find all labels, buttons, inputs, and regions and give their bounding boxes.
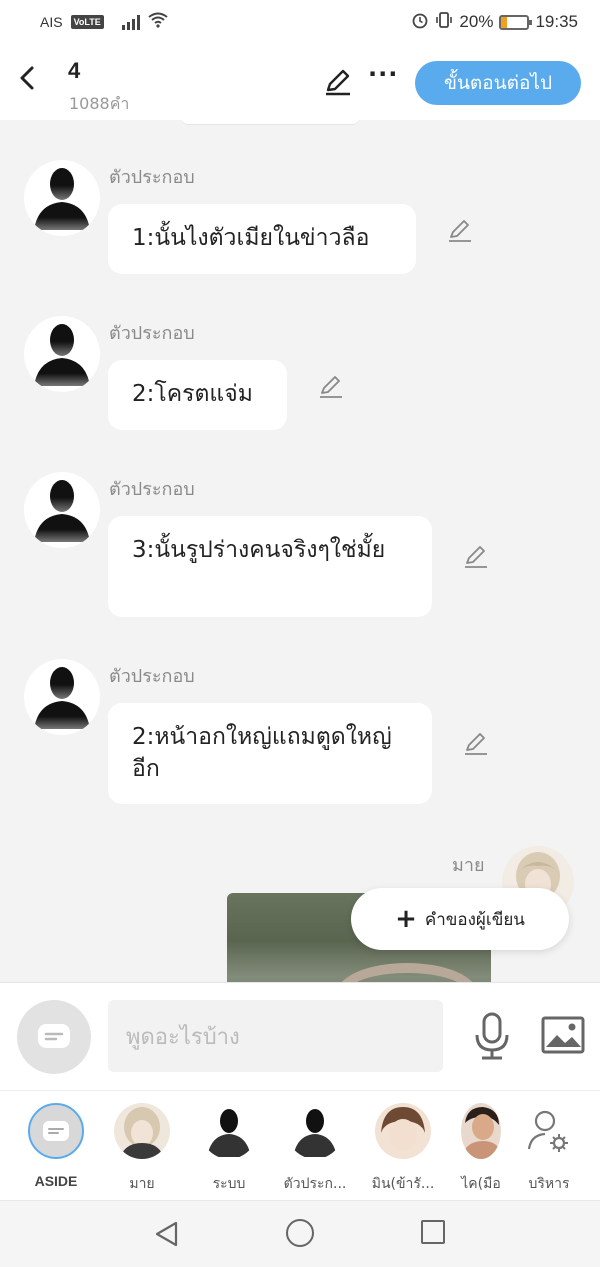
avatar[interactable] [24,472,100,548]
avatar [201,1103,257,1159]
previous-bubble [180,120,360,124]
plus-icon: + [395,904,417,934]
character-item[interactable]: ระบบ [191,1103,267,1195]
back-arrow-icon[interactable] [14,62,42,94]
character-aside[interactable]: ASIDE [18,1103,94,1189]
message-bubble[interactable]: 2:โครตแจ่ม [108,360,287,430]
edit-icon[interactable] [318,374,344,400]
avatar[interactable] [24,160,100,236]
alarm-icon [411,11,429,34]
avatar [461,1103,501,1159]
sender-name: ตัวประกอบ [109,666,195,687]
image-content [337,963,477,982]
author-note-button[interactable]: + คำของผู้เขียน [351,888,569,950]
message-input[interactable]: พูดอะไรบ้าง [108,1000,443,1072]
character-item[interactable]: ไค(มือ [443,1103,519,1195]
signal-icon [121,14,140,30]
edit-icon[interactable] [463,731,489,757]
avatar[interactable] [24,316,100,392]
chat-bubble-icon [38,1024,70,1048]
character-label: ไค(มือ [461,1176,501,1192]
message-bubble[interactable]: 3:นั้นรูปร่างคนจริงๆใช่มั้ย [108,516,432,617]
character-label: ระบบ [212,1176,246,1192]
message-list[interactable]: ตัวประกอบ 1:นั้นไงตัวเมียในข่าวลือ ตัวปร… [0,120,600,982]
nav-home-icon[interactable] [286,1219,314,1247]
avatar [375,1103,431,1159]
edit-icon[interactable] [463,544,489,570]
character-bar: ASIDE มาย ระบบ ตัวประก... มิน(ข้ารั... ไ… [0,1090,600,1200]
character-label: มาย [129,1176,155,1192]
volte-badge: VoLTE [70,15,104,29]
character-label: บริหาร [528,1176,570,1192]
next-step-button[interactable]: ขั้นตอนต่อไป [415,61,581,105]
character-label: ตัวประก... [283,1176,347,1192]
word-count: 1088คำ [69,94,130,113]
vibrate-icon [435,11,453,34]
message-bubble[interactable]: 2:หน้าอกใหญ่แถมตูดใหญ่อีก [108,703,432,804]
battery-percent: 20% [459,12,494,31]
character-label: มิน(ข้ารั... [371,1176,435,1192]
microphone-icon[interactable] [472,1011,512,1061]
carrier-name: AIS [40,14,63,30]
avatar[interactable] [24,659,100,735]
sender-name: ตัวประกอบ [109,323,195,344]
more-icon[interactable]: ··· [368,60,398,88]
chat-header: 4 1088คำ ··· ขั้นตอนต่อไป [0,44,600,120]
sender-name: ตัวประกอบ [109,167,195,188]
character-label: ASIDE [34,1173,78,1189]
sender-name: มาย [452,855,485,876]
wifi-icon [148,12,168,32]
avatar [28,1103,84,1159]
status-bar: AIS VoLTE 20% 19:35 [0,0,600,44]
chat-bubble-icon [43,1121,69,1141]
character-item[interactable]: มาย [104,1103,180,1195]
battery-icon [499,14,533,30]
image-icon[interactable] [541,1015,585,1055]
clock: 19:35 [535,12,578,31]
chat-title: 4 [68,58,81,83]
input-bar: พูดอะไรบ้าง [0,982,600,1090]
character-item[interactable]: ตัวประก... [277,1103,353,1195]
avatar [287,1103,343,1159]
sender-name: ตัวประกอบ [109,479,195,500]
edit-icon[interactable] [447,218,473,244]
message-bubble[interactable]: 1:นั้นไงตัวเมียในข่าวลือ [108,204,416,274]
author-note-label: คำของผู้เขียน [424,909,525,930]
system-nav-bar [0,1200,600,1267]
nav-back-icon[interactable] [152,1219,182,1249]
user-settings-icon [521,1103,577,1159]
avatar [114,1103,170,1159]
manage-characters-button[interactable]: บริหาร [511,1103,587,1195]
aside-toggle-button[interactable] [17,1000,91,1074]
nav-recent-apps-icon[interactable] [421,1220,445,1244]
pen-icon[interactable] [322,66,354,98]
character-item[interactable]: มิน(ข้ารั... [365,1103,441,1195]
